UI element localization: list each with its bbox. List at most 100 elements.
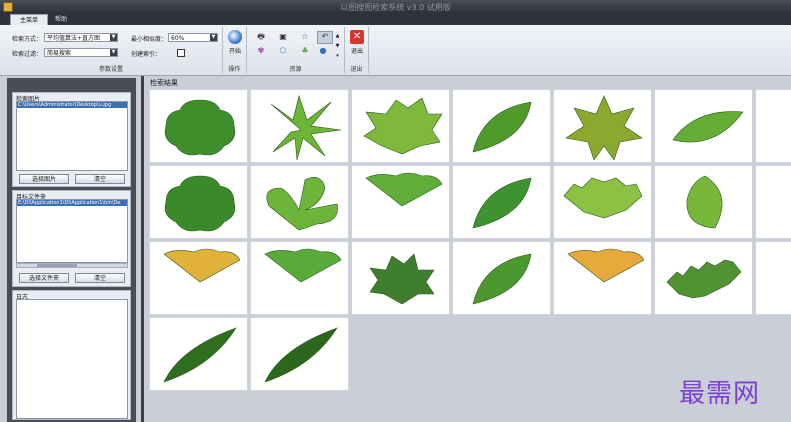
print-icon[interactable]: 🖶: [255, 32, 267, 42]
clear-image-button[interactable]: 清空: [75, 174, 125, 184]
result-thumbnail[interactable]: [351, 89, 450, 163]
log-textarea[interactable]: [16, 299, 128, 419]
results-title: 检索结果: [150, 79, 178, 87]
list-item[interactable]: C:\Users\Administrator\Desktop\u.jpg: [17, 102, 127, 108]
leaf-image: [756, 242, 791, 315]
filter-select[interactable]: 简易搜索 ▼: [44, 48, 118, 57]
start-button[interactable]: 开始: [225, 30, 245, 55]
result-thumbnail[interactable]: [149, 165, 248, 239]
leaf-image: [565, 95, 643, 161]
left-panel: 检索图片 C:\Users\Administrator\Desktop\u.jp…: [7, 78, 136, 422]
target-folder-group: 目标文件夹 E:\DI\Application1\DI\Application1…: [12, 190, 131, 287]
result-thumbnail[interactable]: [553, 89, 652, 163]
leaf-image: [264, 327, 338, 383]
search-image-list[interactable]: C:\Users\Administrator\Desktop\u.jpg: [16, 101, 128, 171]
title-bar: 以图搜图检索系统 v3.0 试用版: [0, 0, 791, 13]
select-image-button[interactable]: 选择图片: [19, 174, 69, 184]
save-icon[interactable]: ▣: [277, 32, 289, 42]
leaf-image: [264, 248, 342, 283]
leaf-image: [472, 253, 532, 305]
tree-icon[interactable]: ♣: [299, 46, 311, 56]
pin-icon[interactable]: ⬠: [277, 46, 289, 56]
leaf-image: [369, 253, 435, 305]
leaf-image: [163, 327, 237, 383]
leaf-image: [164, 175, 236, 232]
leaf-image: [266, 177, 338, 231]
leaf-image: [567, 248, 645, 283]
search-method-value: 平均值算法+直方图: [47, 35, 101, 42]
result-thumbnail[interactable]: [250, 317, 349, 391]
leaf-image: [672, 111, 744, 143]
leaf-image: [472, 101, 532, 153]
undo-icon[interactable]: ↶: [317, 31, 333, 44]
result-thumbnail[interactable]: [250, 89, 349, 163]
result-thumbnail[interactable]: [755, 241, 791, 315]
exit-button[interactable]: ✕ 退出: [347, 30, 367, 55]
flower-icon[interactable]: ✾: [255, 46, 267, 56]
chevron-down-icon: ▼: [210, 34, 217, 41]
result-thumbnail[interactable]: [654, 241, 753, 315]
search-method-select[interactable]: 平均值算法+直方图 ▼: [44, 33, 118, 42]
scroll-up-icon[interactable]: ▲: [334, 31, 341, 41]
leaf-image: [756, 90, 791, 163]
operate-group-label: 操作: [228, 66, 241, 73]
leaf-image: [363, 97, 443, 155]
expand-icon[interactable]: ▾: [334, 51, 341, 61]
min-similarity-label: 最小相似度：: [131, 36, 168, 43]
result-thumbnail[interactable]: [149, 89, 248, 163]
result-thumbnail[interactable]: [149, 317, 248, 391]
chevron-down-icon: ▼: [110, 34, 117, 41]
result-thumbnail[interactable]: [250, 241, 349, 315]
list-item[interactable]: E:\DI\Application1\DI\Application1\bin\D…: [17, 200, 127, 206]
result-thumbnail[interactable]: [654, 165, 753, 239]
leaf-image: [666, 259, 742, 299]
results-panel: 检索结果: [141, 76, 791, 422]
result-thumbnail[interactable]: [755, 165, 791, 239]
result-thumbnail[interactable]: [755, 89, 791, 163]
result-thumbnail[interactable]: [452, 165, 551, 239]
leaf-image: [164, 99, 236, 156]
window-title: 以图搜图检索系统 v3.0 试用版: [340, 3, 451, 12]
filter-value: 简易搜索: [47, 50, 72, 57]
exit-group-label: 退出: [350, 66, 363, 73]
min-similarity-value: 60%: [171, 35, 185, 42]
create-index-label: 创建索引：: [131, 51, 162, 58]
globe-icon[interactable]: ●: [317, 46, 329, 56]
exit-label: 退出: [350, 48, 363, 55]
search-method-label: 检索方式：: [12, 36, 43, 43]
close-icon: ✕: [350, 30, 364, 44]
menu-bar: 主菜单 帮助: [0, 13, 791, 26]
result-thumbnail[interactable]: [654, 89, 753, 163]
operate-group: 开始 操作: [223, 27, 247, 73]
clear-folder-button[interactable]: 清空: [75, 273, 125, 283]
create-index-checkbox[interactable]: [177, 49, 185, 57]
result-thumbnail[interactable]: [351, 241, 450, 315]
leaf-image: [686, 175, 723, 229]
result-thumbnail[interactable]: [351, 165, 450, 239]
result-thumbnail[interactable]: [452, 89, 551, 163]
select-folder-button[interactable]: 选择文件夹: [19, 273, 69, 283]
params-group-label: 参数设置: [98, 66, 123, 73]
result-thumbnail[interactable]: [250, 165, 349, 239]
result-thumbnail[interactable]: [149, 241, 248, 315]
leaf-image: [270, 94, 342, 161]
result-thumbnail[interactable]: [452, 241, 551, 315]
params-group: 检索方式： 平均值算法+直方图 ▼ 检索过滤： 简易搜索 ▼ 最小相似度： 60…: [0, 27, 223, 73]
tab-help[interactable]: 帮助: [46, 14, 76, 25]
search-image-group: 检索图片 C:\Users\Administrator\Desktop\u.jp…: [12, 92, 131, 187]
result-thumbnail[interactable]: [553, 165, 652, 239]
refresh-icon: [228, 30, 242, 44]
result-thumbnail[interactable]: [553, 241, 652, 315]
min-similarity-select[interactable]: 60% ▼: [168, 33, 218, 42]
horizontal-scrollbar[interactable]: [16, 263, 128, 268]
leaf-image: [365, 172, 443, 207]
filter-label: 检索过滤：: [12, 51, 43, 58]
leaf-image: [472, 177, 532, 229]
resources-group-label: 资源: [289, 66, 302, 73]
target-folder-list[interactable]: E:\DI\Application1\DI\Application1\bin\D…: [16, 199, 128, 263]
leaf-image: [756, 166, 791, 239]
ribbon: 检索方式： 平均值算法+直方图 ▼ 检索过滤： 简易搜索 ▼ 最小相似度： 60…: [0, 25, 791, 76]
scrollbar-thumb[interactable]: [37, 264, 77, 267]
scroll-down-icon[interactable]: ▼: [334, 41, 341, 51]
star-icon[interactable]: ☆: [299, 32, 311, 42]
